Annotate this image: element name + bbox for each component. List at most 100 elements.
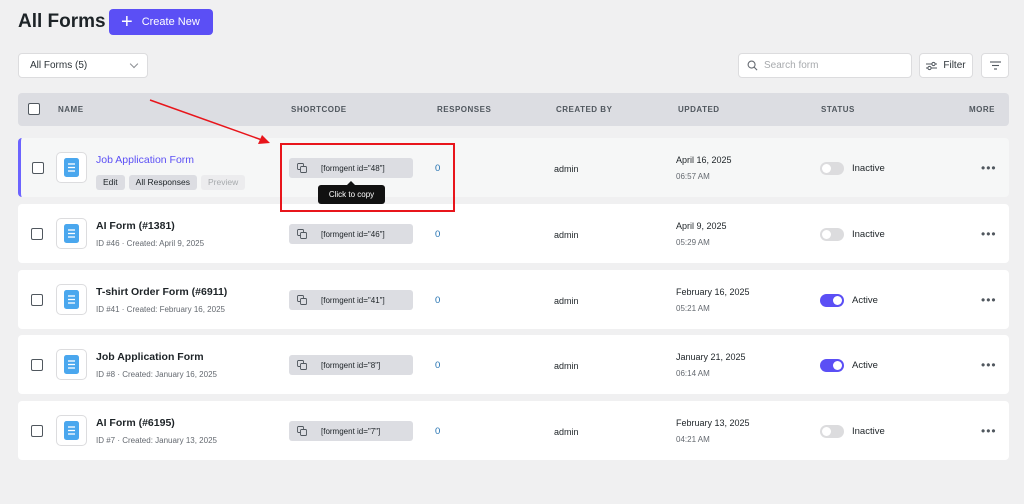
- table-row: AI Form (#1381) ID #46 · Created: April …: [18, 204, 1009, 263]
- more-menu-icon[interactable]: •••: [981, 358, 997, 372]
- updated-date: April 16, 2025: [676, 155, 732, 165]
- shortcode-copy-button[interactable]: [formgent id="48"]: [289, 158, 413, 178]
- more-menu-icon[interactable]: •••: [981, 161, 997, 175]
- create-new-button[interactable]: + Create New: [109, 9, 213, 35]
- form-document-icon: [56, 284, 87, 315]
- form-meta: ID #41 · Created: February 16, 2025: [96, 305, 225, 314]
- column-more: MORE: [969, 105, 995, 114]
- column-status: STATUS: [821, 105, 855, 114]
- filter-button[interactable]: Filter: [919, 53, 973, 78]
- status-toggle[interactable]: [820, 294, 844, 307]
- more-menu-icon[interactable]: •••: [981, 424, 997, 438]
- plus-icon: +: [121, 11, 133, 33]
- status-label: Active: [852, 360, 878, 371]
- status-label: Active: [852, 295, 878, 306]
- shortcode-text: [formgent id="46"]: [321, 229, 385, 239]
- copy-icon: [297, 163, 307, 173]
- form-document-icon: [56, 218, 87, 249]
- status-label: Inactive: [852, 163, 885, 174]
- created-by: admin: [554, 427, 579, 437]
- more-menu-icon[interactable]: •••: [981, 293, 997, 307]
- select-all-checkbox[interactable]: [28, 103, 40, 115]
- form-title[interactable]: AI Form (#6195): [96, 417, 175, 429]
- responses-count[interactable]: 0: [435, 229, 440, 240]
- table-row: T-shirt Order Form (#6911) ID #41 · Crea…: [18, 270, 1009, 329]
- updated-date: April 9, 2025: [676, 221, 727, 231]
- form-title[interactable]: AI Form (#1381): [96, 220, 175, 232]
- search-box[interactable]: [738, 53, 912, 78]
- shortcode-text: [formgent id="41"]: [321, 295, 385, 305]
- forms-filter-select[interactable]: All Forms (5): [18, 53, 148, 78]
- shortcode-copy-button[interactable]: [formgent id="7"]: [289, 421, 413, 441]
- form-title-link[interactable]: Job Application Form: [96, 154, 194, 166]
- search-icon: [747, 60, 758, 71]
- shortcode-text: [formgent id="8"]: [321, 360, 381, 370]
- row-checkbox[interactable]: [32, 162, 44, 174]
- column-responses: RESPONSES: [437, 105, 492, 114]
- status-toggle[interactable]: [820, 425, 844, 438]
- responses-count[interactable]: 0: [435, 426, 440, 437]
- search-input[interactable]: [764, 60, 904, 71]
- shortcode-copy-button[interactable]: [formgent id="8"]: [289, 355, 413, 375]
- responses-count[interactable]: 0: [435, 295, 440, 306]
- form-document-icon: [56, 415, 87, 446]
- create-new-label: Create New: [141, 16, 200, 28]
- row-checkbox[interactable]: [31, 228, 43, 240]
- updated-time: 05:21 AM: [676, 304, 710, 313]
- form-document-icon: [56, 152, 87, 183]
- forms-filter-value: All Forms (5): [30, 60, 88, 71]
- row-checkbox[interactable]: [31, 294, 43, 306]
- edit-button[interactable]: Edit: [96, 175, 125, 190]
- updated-date: February 13, 2025: [676, 418, 750, 428]
- status-label: Inactive: [852, 229, 885, 240]
- preview-button[interactable]: Preview: [201, 175, 246, 190]
- column-updated[interactable]: UPDATED: [678, 105, 720, 114]
- shortcode-text: [formgent id="7"]: [321, 426, 381, 436]
- more-menu-icon[interactable]: •••: [981, 227, 997, 241]
- column-shortcode: SHORTCODE: [291, 105, 347, 114]
- row-actions: Edit All Responses Preview: [96, 175, 246, 190]
- table-row: Job Application Form ID #8 · Created: Ja…: [18, 335, 1009, 394]
- shortcode-text: [formgent id="48"]: [321, 163, 385, 173]
- shortcode-copy-button[interactable]: [formgent id="46"]: [289, 224, 413, 244]
- row-checkbox[interactable]: [31, 359, 43, 371]
- form-meta: ID #8 · Created: January 16, 2025: [96, 370, 217, 379]
- filter-label: Filter: [943, 60, 966, 71]
- updated-time: 06:57 AM: [676, 172, 710, 181]
- form-meta: ID #46 · Created: April 9, 2025: [96, 239, 205, 248]
- sort-lines-icon: [989, 61, 1001, 70]
- column-created-by: CREATED BY: [556, 105, 613, 114]
- table-header: NAME SHORTCODE RESPONSES CREATED BY UPDA…: [18, 93, 1009, 126]
- chevron-down-icon: [129, 59, 139, 69]
- column-name[interactable]: NAME: [58, 105, 84, 114]
- form-document-icon: [56, 349, 87, 380]
- form-title[interactable]: T-shirt Order Form (#6911): [96, 286, 227, 298]
- updated-time: 04:21 AM: [676, 435, 710, 444]
- all-responses-button[interactable]: All Responses: [128, 175, 197, 190]
- updated-date: February 16, 2025: [676, 287, 750, 297]
- created-by: admin: [554, 296, 579, 306]
- table-row: AI Form (#6195) ID #7 · Created: January…: [18, 401, 1009, 460]
- responses-count[interactable]: 0: [435, 163, 440, 174]
- form-meta: ID #7 · Created: January 13, 2025: [96, 436, 217, 445]
- sort-button[interactable]: [981, 53, 1009, 78]
- page-header: All Forms: [18, 9, 106, 35]
- row-checkbox[interactable]: [31, 425, 43, 437]
- created-by: admin: [554, 164, 579, 174]
- status-toggle[interactable]: [820, 359, 844, 372]
- status-toggle[interactable]: [820, 228, 844, 241]
- status-toggle[interactable]: [820, 162, 844, 175]
- copy-icon: [297, 426, 307, 436]
- copy-icon: [297, 360, 307, 370]
- sliders-icon: [926, 61, 938, 70]
- page-title: All Forms: [18, 11, 106, 32]
- shortcode-copy-button[interactable]: [formgent id="41"]: [289, 290, 413, 310]
- created-by: admin: [554, 361, 579, 371]
- updated-date: January 21, 2025: [676, 352, 746, 362]
- updated-time: 06:14 AM: [676, 369, 710, 378]
- status-label: Inactive: [852, 426, 885, 437]
- copy-icon: [297, 295, 307, 305]
- copy-icon: [297, 229, 307, 239]
- responses-count[interactable]: 0: [435, 360, 440, 371]
- form-title[interactable]: Job Application Form: [96, 351, 204, 363]
